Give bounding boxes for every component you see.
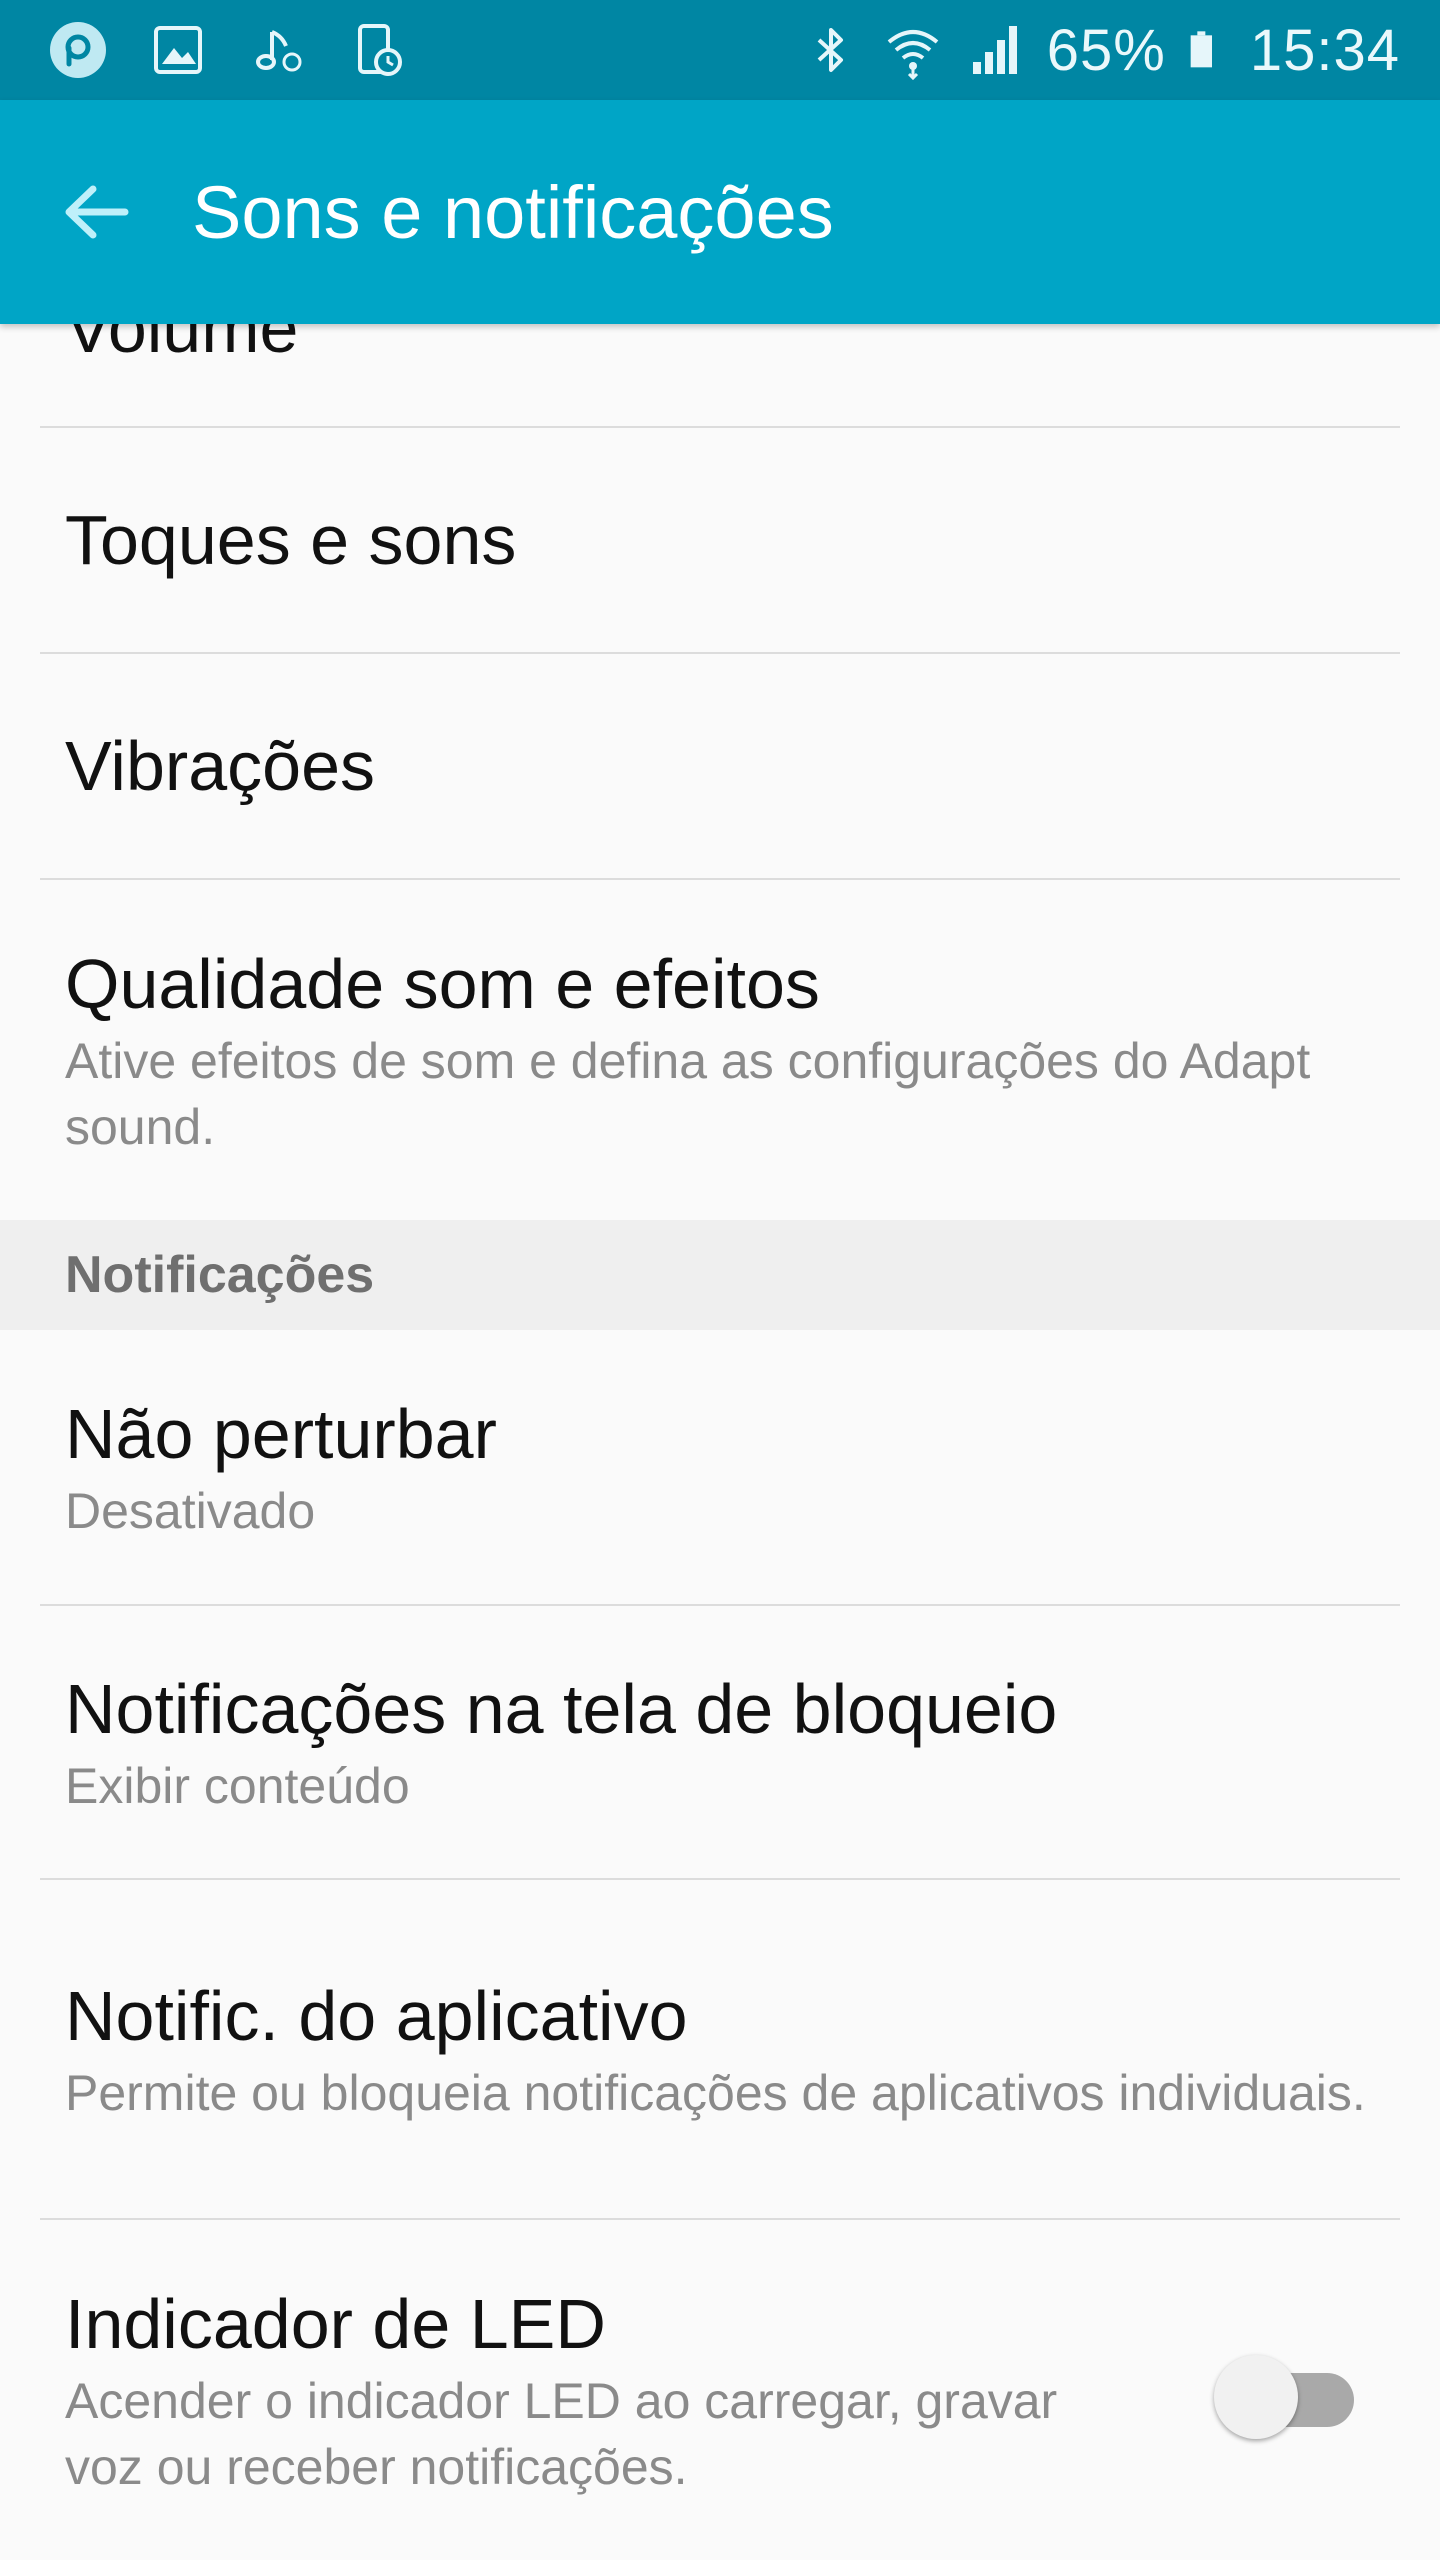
list-item-volume[interactable]: Volume bbox=[40, 324, 1400, 428]
led-indicator-toggle[interactable] bbox=[1214, 2345, 1364, 2439]
section-header-notifications: Notificações bbox=[0, 1220, 1440, 1330]
settings-list: Volume Toques e sons Vibrações Qualidade… bbox=[0, 324, 1440, 2560]
list-item-subtitle: Exibir conteúdo bbox=[65, 1758, 410, 1814]
screen: 65% 15:34 Sons e notificações Volume Toq… bbox=[0, 0, 1440, 2560]
wifi-icon bbox=[887, 30, 939, 80]
list-item-title: Indicador de LED bbox=[65, 2285, 606, 2363]
signal-icon bbox=[972, 26, 1017, 74]
back-arrow-icon bbox=[65, 185, 129, 239]
clock: 15:34 bbox=[1249, 17, 1400, 83]
status-bar: 65% 15:34 bbox=[0, 0, 1440, 100]
bluetooth-icon bbox=[817, 28, 843, 72]
list-item-title: Vibrações bbox=[65, 727, 376, 805]
section-header-label: Notificações bbox=[65, 1246, 375, 1304]
list-item-vibrations[interactable]: Vibrações bbox=[40, 654, 1400, 880]
list-item-title: Notificações na tela de bloqueio bbox=[65, 1670, 1058, 1748]
list-item-led-indicator[interactable]: Indicador de LED Acender o indicador LED… bbox=[40, 2220, 1400, 2560]
list-item-subtitle: Ative efeitos de som e defina as configu… bbox=[65, 1033, 1311, 1155]
list-item-do-not-disturb[interactable]: Não perturbar Desativado bbox=[40, 1330, 1400, 1606]
app-bar: Sons e notificações bbox=[0, 100, 1440, 324]
battery-percent: 65% bbox=[1046, 17, 1166, 83]
gallery-icon bbox=[154, 26, 202, 74]
status-left bbox=[48, 20, 448, 80]
status-right: 65% 15:34 bbox=[779, 17, 1400, 84]
list-item-title: Não perturbar bbox=[65, 1395, 497, 1473]
list-item-subtitle: Acender o indicador LED ao carregar, gra… bbox=[65, 2373, 1058, 2495]
list-item-title: Notific. do aplicativo bbox=[65, 1977, 688, 2055]
list-item-app-notifications[interactable]: Notific. do aplicativo Permite ou bloque… bbox=[40, 1880, 1400, 2220]
list-item-title: Volume bbox=[65, 324, 299, 367]
list-item-lock-screen-notifications[interactable]: Notificações na tela de bloqueio Exibir … bbox=[40, 1606, 1400, 1880]
page-title: Sons e notificações bbox=[192, 170, 834, 254]
back-button[interactable] bbox=[56, 172, 136, 252]
list-item-sound-quality[interactable]: Qualidade som e efeitos Ative efeitos de… bbox=[40, 880, 1400, 1220]
music-icon bbox=[256, 30, 302, 72]
battery-icon bbox=[1190, 31, 1212, 68]
list-item-title: Qualidade som e efeitos bbox=[65, 945, 820, 1023]
toggle-knob bbox=[1214, 2355, 1298, 2439]
list-item-ringtones-sounds[interactable]: Toques e sons bbox=[40, 428, 1400, 654]
list-item-subtitle: Desativado bbox=[65, 1483, 316, 1539]
list-item-subtitle: Permite ou bloqueia notificações de apli… bbox=[65, 2065, 1366, 2121]
screen-timer-icon bbox=[358, 24, 402, 76]
p-badge-icon bbox=[50, 22, 106, 78]
list-item-title: Toques e sons bbox=[65, 501, 517, 579]
